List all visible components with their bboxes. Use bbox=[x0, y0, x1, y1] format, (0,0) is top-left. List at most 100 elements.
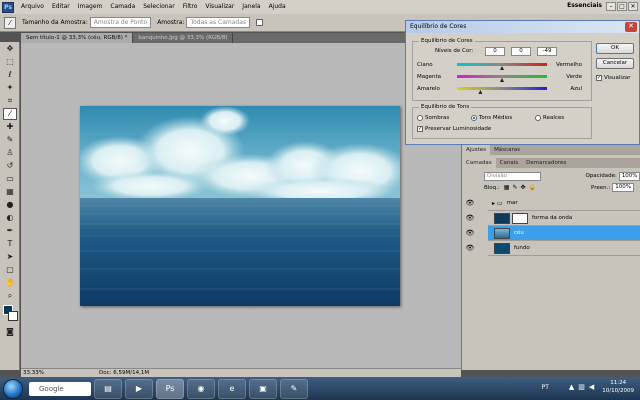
taskbar-explorer-icon[interactable]: ▤ bbox=[94, 378, 122, 399]
taskbar-media-player-icon[interactable]: ▶ bbox=[125, 378, 153, 399]
sample-size-select[interactable]: Amostra de Ponto bbox=[89, 17, 152, 28]
move-tool-icon[interactable]: ✥ bbox=[3, 43, 17, 55]
tab-canais[interactable]: Canais bbox=[496, 158, 522, 168]
menu-editar[interactable]: Editar bbox=[48, 0, 74, 14]
taskbar-internet-explorer-icon[interactable]: e bbox=[218, 378, 246, 399]
shape-tool-icon[interactable]: ▢ bbox=[3, 264, 17, 276]
workspace-switcher[interactable]: Essenciais bbox=[567, 2, 602, 9]
radio-button[interactable] bbox=[535, 114, 541, 121]
tab-camadas[interactable]: Camadas bbox=[462, 158, 496, 168]
ok-button[interactable]: OK bbox=[596, 43, 634, 54]
gradient-tool-icon[interactable]: ▦ bbox=[3, 186, 17, 198]
layer-row-fundo[interactable]: 👁 fundo bbox=[466, 241, 640, 256]
visibility-eye-icon[interactable]: 👁 bbox=[464, 211, 476, 225]
hand-tool-icon[interactable]: ✋ bbox=[3, 277, 17, 289]
lock-all-icon[interactable]: 🔒 bbox=[529, 184, 536, 191]
visibility-eye-icon[interactable]: 👁 bbox=[464, 241, 476, 255]
close-button[interactable]: ✕ bbox=[628, 2, 638, 11]
tab-ajustes[interactable]: Ajustes bbox=[462, 145, 491, 155]
menu-arquivo[interactable]: Arquivo bbox=[17, 0, 48, 14]
fill-input[interactable]: 100% bbox=[612, 183, 635, 192]
path-selection-tool-icon[interactable]: ➤ bbox=[3, 251, 17, 263]
menu-imagem[interactable]: Imagem bbox=[74, 0, 107, 14]
start-button[interactable] bbox=[3, 378, 23, 399]
marquee-tool-icon[interactable]: ⬚ bbox=[3, 56, 17, 68]
tab-sem-titulo[interactable]: Sem título-1 @ 33,3% (céu, RGB/8) * bbox=[21, 33, 134, 43]
menu-ajuda[interactable]: Ajuda bbox=[265, 0, 290, 14]
taskbar-photoshop-icon[interactable]: Ps bbox=[156, 378, 184, 399]
radio-button[interactable] bbox=[417, 114, 423, 121]
lock-paint-icon[interactable]: ✎ bbox=[512, 184, 517, 191]
slider-track[interactable] bbox=[457, 75, 547, 78]
magic-wand-tool-icon[interactable]: ✦ bbox=[3, 82, 17, 94]
layer-row-forma-da-onda[interactable]: 👁 forma da onda bbox=[466, 211, 640, 226]
level-cyan-red-input[interactable]: 0 bbox=[485, 47, 505, 56]
slider-track[interactable] bbox=[457, 63, 547, 66]
layer-mask-thumbnail[interactable] bbox=[512, 212, 528, 224]
lock-transparency-icon[interactable]: ▦ bbox=[504, 184, 510, 191]
document-size-info[interactable]: Doc: 6,59M/14,1M bbox=[49, 370, 149, 376]
checkbox[interactable]: ✓ bbox=[596, 74, 602, 81]
lasso-tool-icon[interactable]: ℓ bbox=[3, 69, 17, 81]
volume-icon[interactable]: ◀ bbox=[589, 383, 594, 391]
visibility-eye-icon[interactable]: 👁 bbox=[464, 226, 476, 240]
stamp-tool-icon[interactable]: ♙ bbox=[3, 147, 17, 159]
preview-checkbox[interactable]: ✓ Visualizar bbox=[596, 74, 630, 81]
slider-thumb[interactable] bbox=[500, 78, 504, 82]
eyedropper-icon[interactable]: ⁄ bbox=[4, 16, 16, 29]
minimize-button[interactable]: – bbox=[606, 2, 616, 11]
visibility-eye-icon[interactable]: 👁 bbox=[464, 196, 476, 210]
level-magenta-green-input[interactable]: 0 bbox=[511, 47, 531, 56]
eyedropper-tool-icon[interactable]: ⁄ bbox=[3, 108, 17, 120]
sample-checkbox[interactable] bbox=[256, 19, 263, 26]
tab-mascaras[interactable]: Máscaras bbox=[490, 145, 524, 155]
tab-banquinho[interactable]: banquinho.jpg @ 33,3% (RGB/8) bbox=[133, 33, 234, 43]
cancel-button[interactable]: Cancelar bbox=[596, 58, 634, 69]
slider-thumb[interactable] bbox=[500, 66, 504, 70]
layer-row-ceu[interactable]: 👁 céu bbox=[466, 226, 640, 241]
menu-filtro[interactable]: Filtro bbox=[179, 0, 202, 14]
checkbox[interactable]: ✓ bbox=[417, 125, 423, 132]
dialog-close-button[interactable]: ✕ bbox=[625, 22, 637, 32]
level-yellow-blue-input[interactable]: -49 bbox=[537, 47, 557, 56]
taskbar-powerpoint-icon[interactable]: ▣ bbox=[249, 378, 277, 399]
history-brush-tool-icon[interactable]: ↺ bbox=[3, 160, 17, 172]
menu-janela[interactable]: Janela bbox=[238, 0, 264, 14]
layer-row-mar[interactable]: 👁 ▸ ▭ mar bbox=[466, 196, 640, 211]
document-canvas-image[interactable] bbox=[80, 106, 400, 306]
lock-position-icon[interactable]: ✥ bbox=[520, 184, 525, 191]
radio-sombras[interactable]: Sombras bbox=[417, 114, 449, 121]
pen-tool-icon[interactable]: ✒ bbox=[3, 225, 17, 237]
radio-realces[interactable]: Realces bbox=[535, 114, 564, 121]
blend-mode-select[interactable]: Divisão bbox=[484, 171, 542, 181]
menu-selecionar[interactable]: Selecionar bbox=[139, 0, 178, 14]
taskbar-paint-icon[interactable]: ✎ bbox=[280, 378, 308, 399]
quick-mask-icon[interactable]: ◙ bbox=[3, 326, 17, 338]
show-hidden-icons-icon[interactable]: ▲ bbox=[569, 383, 574, 391]
taskbar-firefox-icon[interactable]: ◉ bbox=[187, 378, 215, 399]
clock[interactable]: 11:24 10/10/2009 bbox=[602, 379, 634, 395]
network-icon[interactable]: ▥ bbox=[578, 383, 585, 391]
google-search-box[interactable]: Google bbox=[29, 381, 91, 396]
preserve-luminosity-checkbox[interactable]: ✓ Preservar Luminosidade bbox=[417, 125, 491, 132]
radio-button[interactable] bbox=[471, 114, 477, 121]
opacity-input[interactable]: 100% bbox=[618, 171, 640, 181]
maximize-button[interactable]: □ bbox=[617, 2, 627, 11]
slider-thumb[interactable] bbox=[478, 90, 483, 94]
brush-tool-icon[interactable]: ✎ bbox=[3, 134, 17, 146]
slider-track[interactable] bbox=[457, 87, 547, 90]
crop-tool-icon[interactable]: ⌗ bbox=[3, 95, 17, 107]
menu-visualizar[interactable]: Visualizar bbox=[201, 0, 238, 14]
radio-tons-medios[interactable]: Tons Médios bbox=[471, 114, 512, 121]
tab-demarcadores[interactable]: Demarcadores bbox=[522, 158, 570, 168]
zoom-tool-icon[interactable]: ⌕ bbox=[3, 290, 17, 302]
language-indicator[interactable]: PT bbox=[542, 384, 549, 391]
eraser-tool-icon[interactable]: ▭ bbox=[3, 173, 17, 185]
sample-select[interactable]: Todas as Camadas bbox=[186, 17, 250, 28]
type-tool-icon[interactable]: T bbox=[3, 238, 17, 250]
dodge-tool-icon[interactable]: ◐ bbox=[3, 212, 17, 224]
blur-tool-icon[interactable]: ● bbox=[3, 199, 17, 211]
healing-tool-icon[interactable]: ✚ bbox=[3, 121, 17, 133]
menu-camada[interactable]: Camada bbox=[106, 0, 139, 14]
photoshop-logo[interactable]: Ps bbox=[2, 1, 14, 13]
